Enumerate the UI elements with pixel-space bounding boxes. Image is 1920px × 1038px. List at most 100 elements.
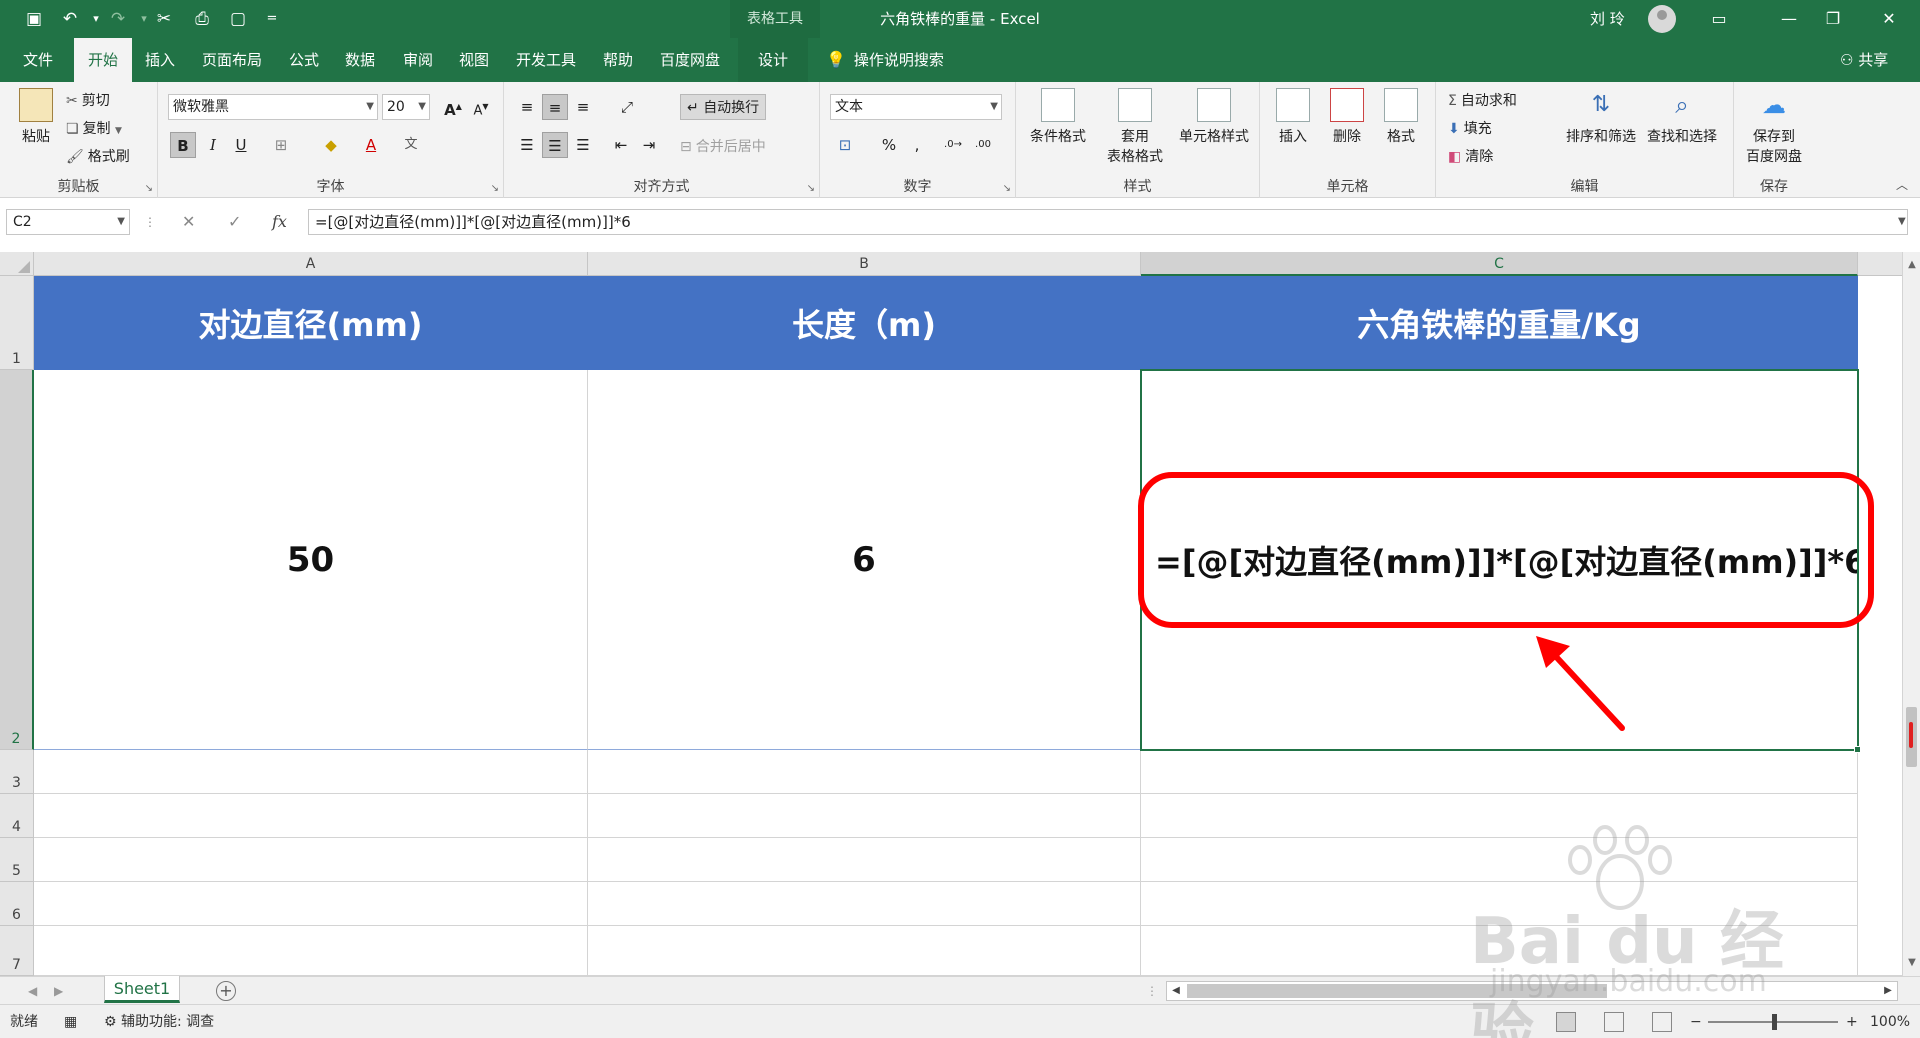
bold-button[interactable]: B [170,132,196,158]
sort-filter-button[interactable]: ⇅ 排序和筛选 [1562,88,1640,146]
customize-qat-icon[interactable]: = [260,7,284,31]
cell-styles-button[interactable]: 单元格样式 [1172,88,1256,146]
decrease-decimal-icon[interactable]: .00 [970,132,996,158]
conditional-formatting-button[interactable]: 条件格式 [1022,88,1094,146]
format-painter-button[interactable]: 🖌 格式刷 [66,146,130,166]
restore-icon[interactable]: ❐ [1810,0,1856,38]
dialog-launcher-icon[interactable]: ↘ [1003,183,1011,194]
cell-a4[interactable] [34,794,588,838]
format-cells-button[interactable]: 格式 [1376,88,1426,146]
select-all-button[interactable] [0,252,34,276]
cell-b5[interactable] [588,838,1141,882]
currency-icon[interactable]: ⊡ [832,132,858,158]
italic-button[interactable]: I [200,132,226,158]
cell-c3[interactable] [1141,750,1858,794]
cell-a6[interactable] [34,882,588,926]
find-select-button[interactable]: ⌕ 查找和选择 [1642,88,1722,146]
cancel-icon[interactable]: ✕ [182,209,195,235]
macro-record-icon[interactable]: ▦ [64,1005,77,1038]
fill-color-icon[interactable]: ◆ [318,132,344,158]
align-top-icon[interactable]: ≡ [514,94,540,120]
tab-baidu-netdisk[interactable]: 百度网盘 [652,38,728,82]
grow-font-button[interactable]: A▲ [440,94,466,120]
tab-developer[interactable]: 开发工具 [508,38,584,82]
column-header-b[interactable]: B [588,252,1141,276]
increase-decimal-icon[interactable]: .0→ [940,132,966,158]
zoom-slider-thumb[interactable] [1772,1014,1777,1030]
row-header-1[interactable]: 1 [0,276,34,370]
zoom-level[interactable]: 100% [1870,1005,1910,1038]
fill-button[interactable]: ⬇ 填充 [1448,118,1492,138]
add-sheet-icon[interactable]: + [216,981,236,1001]
tab-file[interactable]: 文件 [10,38,66,82]
tab-insert[interactable]: 插入 [136,38,184,82]
page-break-view-icon[interactable] [1652,1012,1672,1032]
column-header-a[interactable]: A [34,252,588,276]
page-layout-view-icon[interactable] [1604,1012,1624,1032]
name-box[interactable]: C2 ▼ [6,209,130,235]
percent-button[interactable]: % [876,132,902,158]
cut-button[interactable]: ✂ 剪切 [66,90,110,110]
tab-home[interactable]: 开始 [74,38,132,82]
row-header-6[interactable]: 6 [0,882,34,926]
tab-page-layout[interactable]: 页面布局 [194,38,270,82]
redo-icon[interactable]: ↷ [106,7,130,31]
undo-icon[interactable]: ↶ [58,7,82,31]
shrink-font-button[interactable]: A▼ [468,94,494,120]
column-header-c[interactable]: C [1141,252,1858,276]
number-format-combo[interactable]: 文本 ▼ [830,94,1002,120]
align-center-icon[interactable]: ☰ [542,132,568,158]
autosum-button[interactable]: Σ 自动求和 [1448,90,1517,110]
save-as-icon[interactable]: ⎙ [190,7,214,31]
vertical-scrollbar[interactable]: ▲ ▼ [1902,252,1920,976]
font-color-button[interactable]: A [358,132,384,158]
horizontal-scroll-thumb[interactable] [1187,984,1607,998]
paste-button[interactable]: 粘贴 [14,88,58,146]
wrap-text-button[interactable]: ↵ 自动换行 [680,94,767,120]
tab-help[interactable]: 帮助 [594,38,642,82]
cell-b4[interactable] [588,794,1141,838]
cell-d-column-edge[interactable] [1858,276,1902,976]
avatar[interactable] [1648,5,1676,33]
new-document-icon[interactable]: ▢ [226,7,250,31]
decrease-indent-icon[interactable]: ⇤ [608,132,634,158]
cell-b6[interactable] [588,882,1141,926]
save-icon[interactable]: ▣ [22,7,46,31]
copy-button[interactable]: ❏ 复制 ▼ [66,118,122,138]
cell-c5[interactable] [1141,838,1858,882]
scroll-down-icon[interactable]: ▼ [1903,954,1920,972]
align-middle-icon[interactable]: ≡ [542,94,568,120]
cell-b2[interactable]: 6 [588,370,1141,750]
tab-view[interactable]: 视图 [450,38,498,82]
cell-b1[interactable]: 长度（m) [588,276,1141,370]
save-to-netdisk-button[interactable]: ☁ 保存到 百度网盘 [1740,88,1808,166]
clear-button[interactable]: ◧ 清除 [1448,146,1493,166]
scroll-up-icon[interactable]: ▲ [1903,256,1920,274]
formula-input[interactable]: =[@[对边直径(mm)]]*[@[对边直径(mm)]]*6 [308,209,1908,235]
user-name[interactable]: 刘 玲 [1590,0,1625,38]
cell-c7[interactable] [1141,926,1858,976]
align-left-icon[interactable]: ☰ [514,132,540,158]
tab-data[interactable]: 数据 [336,38,384,82]
sheet-tab[interactable]: Sheet1 [104,976,180,1003]
orientation-icon[interactable]: ⤢ [614,94,640,120]
cell-a2[interactable]: 50 [34,370,588,750]
tab-design[interactable]: 设计 [738,38,808,82]
dialog-launcher-icon[interactable]: ↘ [491,183,499,194]
cell-c2[interactable]: =[@[对边直径(mm)]]*[@[对边直径(mm)]]*6 [1141,370,1866,750]
cell-b3[interactable] [588,750,1141,794]
ribbon-display-options-icon[interactable]: ▭ [1696,0,1742,38]
row-header-3[interactable]: 3 [0,750,34,794]
insert-function-icon[interactable]: fx [272,209,287,235]
horizontal-scrollbar[interactable]: ◀ ▶ [1166,981,1898,1001]
row-header-2[interactable]: 2 [0,370,34,750]
enter-icon[interactable]: ✓ [228,209,241,235]
tab-formulas[interactable]: 公式 [280,38,328,82]
delete-cells-button[interactable]: 删除 [1322,88,1372,146]
row-header-4[interactable]: 4 [0,794,34,838]
cut-icon[interactable]: ✂ [152,7,176,31]
font-size-combo[interactable]: 20 ▼ [382,94,430,120]
expand-formula-bar-icon[interactable]: ▼ [1898,209,1906,235]
cell-a5[interactable] [34,838,588,882]
dialog-launcher-icon[interactable]: ↘ [807,183,815,194]
